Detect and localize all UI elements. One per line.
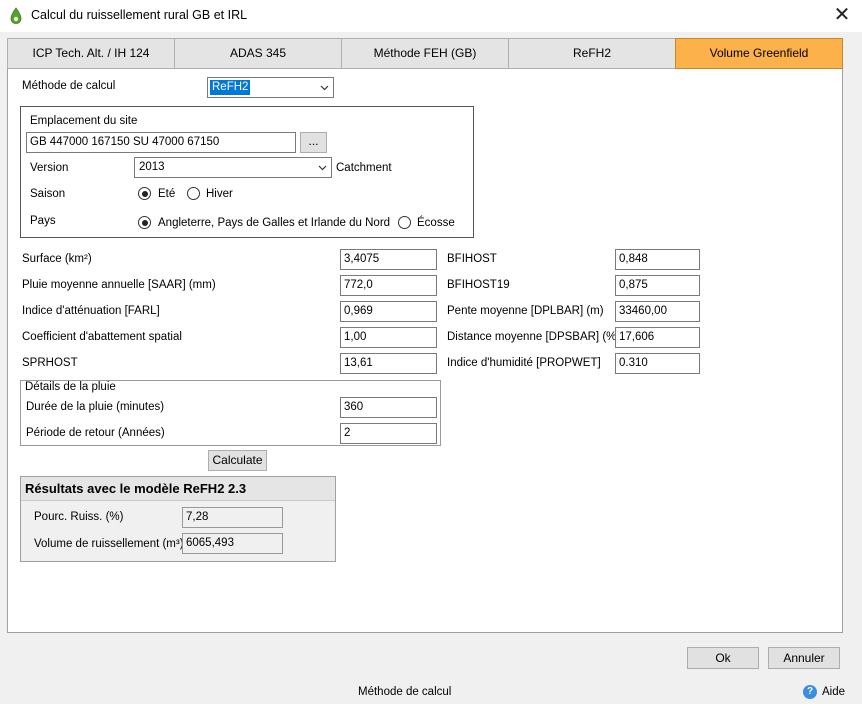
site-group-title: Emplacement du site xyxy=(28,115,140,127)
country-scotland-label: Écosse xyxy=(417,217,455,229)
return-period-label: Période de retour (Années) xyxy=(26,427,165,439)
results-panel: Résultats avec le modèle ReFH2 2.3 Pourc… xyxy=(20,476,336,562)
ok-button[interactable]: Ok xyxy=(687,647,759,669)
help-icon[interactable]: ? xyxy=(803,685,817,699)
chevron-down-icon xyxy=(318,165,327,171)
bfihost-input[interactable]: 0,848 xyxy=(615,249,700,270)
bfihost19-input[interactable]: 0,875 xyxy=(615,275,700,296)
method-value: ReFH2 xyxy=(210,80,251,95)
param-label: BFIHOST xyxy=(447,253,497,265)
param-label: Surface (km²) xyxy=(22,253,92,265)
calculate-button[interactable]: Calculate xyxy=(208,450,267,471)
runoff-pct-label: Pourc. Ruiss. (%) xyxy=(34,511,124,523)
runoff-pct-value: 7,28 xyxy=(182,507,283,528)
browse-button[interactable]: ... xyxy=(300,132,327,153)
version-select[interactable]: 2013 xyxy=(134,157,332,178)
duration-label: Durée de la pluie (minutes) xyxy=(26,401,165,413)
propwet-input[interactable]: 0.310 xyxy=(615,353,700,374)
method-label: Méthode de calcul xyxy=(22,80,116,92)
tab-refh2[interactable]: ReFH2 xyxy=(508,38,676,69)
param-label: Indice d'atténuation [FARL] xyxy=(22,305,160,317)
area-input[interactable]: 3,4075 xyxy=(340,249,437,270)
sprhost-input[interactable]: 13,61 xyxy=(340,353,437,374)
dpsbar-input[interactable]: 17,606 xyxy=(615,327,700,348)
country-radio-scotland[interactable] xyxy=(398,216,411,229)
tab-feh[interactable]: Méthode FEH (GB) xyxy=(341,38,509,69)
help-label[interactable]: Aide xyxy=(822,686,845,698)
areal-reduction-input[interactable]: 1,00 xyxy=(340,327,437,348)
version-value: 2013 xyxy=(139,161,165,173)
window-title: Calcul du ruissellement rural GB et IRL xyxy=(31,8,248,22)
status-text: Méthode de calcul xyxy=(358,686,452,698)
version-label: Version xyxy=(30,162,69,174)
chevron-down-icon xyxy=(320,85,329,91)
season-ete-label: Eté xyxy=(158,188,176,200)
param-label: Distance moyenne [DPSBAR] (%) xyxy=(447,331,621,343)
country-label: Pays xyxy=(30,215,56,227)
param-label: Coefficient d'abattement spatial xyxy=(22,331,182,343)
farl-input[interactable]: 0,969 xyxy=(340,301,437,322)
season-hiver-label: Hiver xyxy=(206,188,233,200)
return-period-input[interactable]: 2 xyxy=(340,423,437,444)
country-radio-england[interactable] xyxy=(138,216,151,229)
results-title: Résultats avec le modèle ReFH2 2.3 xyxy=(21,477,335,501)
cancel-button[interactable]: Annuler xyxy=(768,647,840,669)
method-select[interactable]: ReFH2 xyxy=(207,77,334,98)
param-label: Pente moyenne [DPLBAR] (m) xyxy=(447,305,604,317)
grid-reference-input[interactable]: GB 447000 167150 SU 47000 67150 xyxy=(26,132,296,153)
param-label: Indice d'humidité [PROPWET] xyxy=(447,357,601,369)
app-drop-icon xyxy=(10,7,22,24)
runoff-volume-value: 6065,493 xyxy=(182,533,283,554)
saar-input[interactable]: 772,0 xyxy=(340,275,437,296)
param-label: BFIHOST19 xyxy=(447,279,510,291)
param-label: SPRHOST xyxy=(22,357,78,369)
catchment-label: Catchment xyxy=(336,162,392,174)
tab-icp[interactable]: ICP Tech. Alt. / IH 124 xyxy=(7,38,175,69)
tab-adas[interactable]: ADAS 345 xyxy=(174,38,342,69)
dplbar-input[interactable]: 33460,00 xyxy=(615,301,700,322)
country-england-label: Angleterre, Pays de Galles et Irlande du… xyxy=(158,217,391,229)
runoff-volume-label: Volume de ruissellement (m³) xyxy=(34,538,184,550)
season-radio-ete[interactable] xyxy=(138,187,151,200)
season-label: Saison xyxy=(30,188,66,200)
rain-group-title: Détails de la pluie xyxy=(23,381,118,393)
season-radio-hiver[interactable] xyxy=(187,187,200,200)
param-label: Pluie moyenne annuelle [SAAR] (mm) xyxy=(22,279,216,291)
tab-strip: ICP Tech. Alt. / IH 124 ADAS 345 Méthode… xyxy=(7,38,843,69)
tab-volume-greenfield[interactable]: Volume Greenfield xyxy=(675,38,843,69)
close-icon[interactable]: ✕ xyxy=(828,2,856,28)
duration-input[interactable]: 360 xyxy=(340,397,437,418)
